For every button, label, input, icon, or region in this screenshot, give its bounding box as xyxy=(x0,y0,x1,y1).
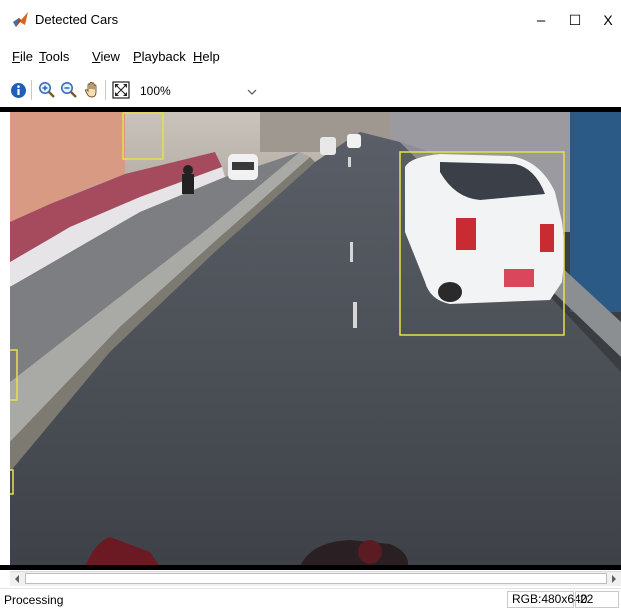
video-frame-view[interactable] xyxy=(10,112,621,567)
horizontal-scrollbar[interactable] xyxy=(10,571,621,586)
fit-to-window-icon xyxy=(112,81,130,99)
window-title: Detected Cars xyxy=(35,12,119,27)
zoom-in-button[interactable] xyxy=(37,80,57,100)
toolbar-separator xyxy=(105,80,106,100)
pan-button[interactable] xyxy=(82,80,102,100)
toolbar: 100% xyxy=(0,76,621,104)
menu-tools[interactable]: Tools xyxy=(39,49,69,64)
menu-bar: File Tools View Playback Help xyxy=(0,46,621,68)
viewer-frame-bottom xyxy=(0,565,621,570)
status-message: Processing xyxy=(4,593,64,607)
status-bar: Processing RGB:480x640 22 xyxy=(0,588,621,611)
zoom-level-select[interactable]: 100% xyxy=(134,80,266,103)
info-icon xyxy=(10,82,26,98)
scroll-right-button[interactable] xyxy=(607,572,621,586)
minimize-icon: – xyxy=(536,11,546,29)
arrow-right-icon xyxy=(612,575,616,583)
menu-help[interactable]: Help xyxy=(193,49,220,64)
scrollbar-thumb[interactable] xyxy=(25,573,607,584)
zoom-out-icon xyxy=(61,82,77,98)
zoom-out-button[interactable] xyxy=(59,80,79,100)
fit-to-window-button[interactable] xyxy=(111,80,131,100)
close-icon: X xyxy=(603,12,613,28)
menu-playback[interactable]: Playback xyxy=(133,49,186,64)
menu-file[interactable]: File xyxy=(12,49,33,64)
arrow-left-icon xyxy=(15,575,19,583)
image-info-field: RGB:480x640 xyxy=(507,591,587,608)
close-button[interactable]: X xyxy=(585,6,621,34)
frame-number-field: 22 xyxy=(575,591,619,608)
menu-view[interactable]: View xyxy=(92,49,120,64)
matlab-logo-icon xyxy=(13,12,28,27)
zoom-in-icon xyxy=(39,82,55,98)
chevron-down-icon xyxy=(247,85,257,99)
info-button[interactable] xyxy=(8,80,28,100)
pan-hand-icon xyxy=(84,82,97,98)
title-bar: Detected Cars – ☐ X xyxy=(0,0,621,40)
zoom-level-value: 100% xyxy=(140,84,171,98)
video-frame-image xyxy=(10,112,621,567)
toolbar-separator xyxy=(31,80,32,100)
maximize-icon: ☐ xyxy=(568,11,582,28)
scroll-left-button[interactable] xyxy=(10,572,24,586)
